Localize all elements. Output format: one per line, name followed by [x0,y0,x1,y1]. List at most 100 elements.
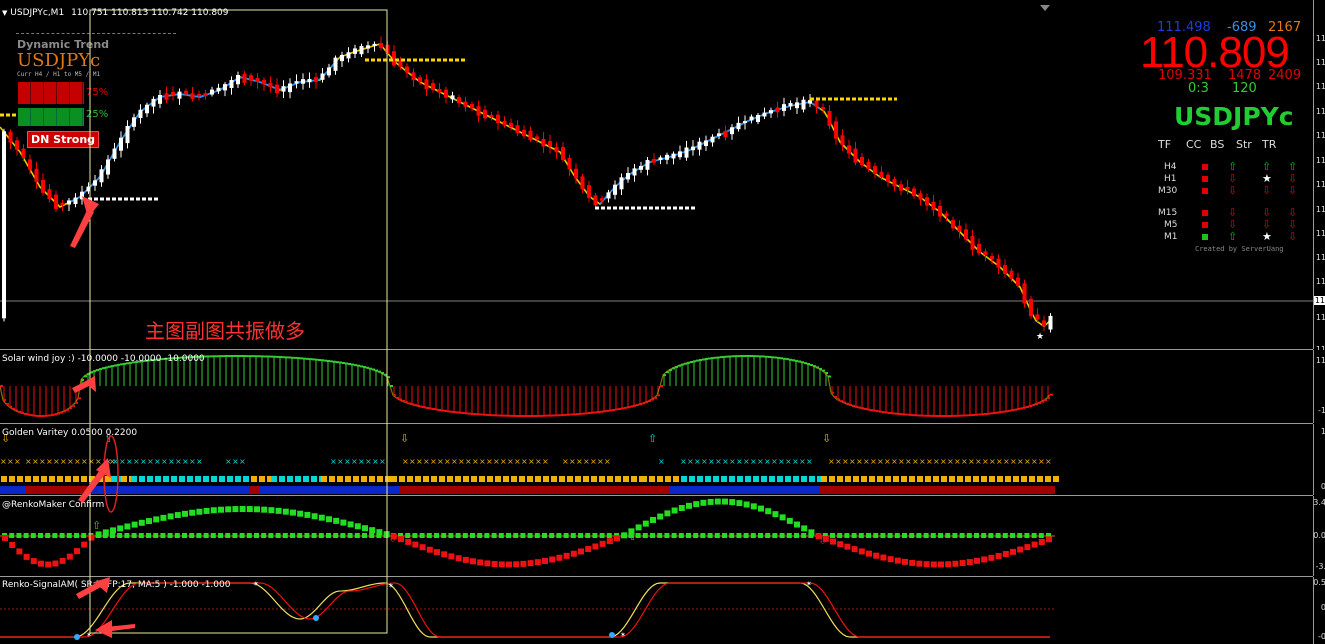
signal-line-yellow [0,582,1050,638]
price-axis-tick: 11 [1315,82,1325,91]
candle-body [996,258,1001,268]
signal-axis: 0.5 0 -0 [1313,577,1325,644]
candle-body [827,110,832,126]
main-chart-pane[interactable]: ★ ▼ USDJPYc,M1 110.751 110.813 110.742 1… [0,0,1313,350]
renko-zero-dot [959,533,965,538]
golden-dot [941,476,947,482]
candle-body [983,251,988,256]
renko-square [167,513,174,520]
solar-wind-pane[interactable]: Solar wind joy :) -10.0000 -10.0000 -10.… [0,350,1313,424]
golden-dot [615,476,621,482]
candle-body [678,151,682,158]
golden-x-marker: × [1003,457,1010,466]
golden-x-marker: × [32,457,39,466]
renko-confirm-pane[interactable]: ⇧ ⇧ ⇩ ⇩ @RenkoMaker Confirm [0,496,1313,577]
golden-dot [57,476,63,482]
golden-dot [957,476,963,482]
renko-zero-dot [772,533,778,538]
renko-square [455,555,462,562]
renko-square [736,500,743,507]
candle-body [762,112,767,117]
golden-dot [689,476,695,482]
golden-x-marker: × [842,457,849,466]
candle-body [619,177,624,190]
golden-dot [377,476,383,482]
candle-body [782,104,786,111]
golden-x-marker: × [60,457,67,466]
golden-x-marker: × [0,457,7,466]
renko-zero-dot [671,533,677,538]
renko-axis-tick: -3. [1315,562,1325,571]
renko-square [894,557,901,564]
golden-x-marker: × [88,457,95,466]
renko-square [333,517,340,524]
golden-dot [821,476,827,482]
renko-zero-dot [664,533,670,538]
signal-star-icon: ✶ [86,631,92,639]
renko-zero-dot [945,533,951,538]
renko-square [297,510,304,517]
main-price-axis[interactable]: 1111111111111111111111111111 [1313,0,1325,354]
renko-zero-dot [239,533,245,538]
renko-zero-dot [678,533,684,538]
annotation-text: 主图副图共振做多 [145,319,305,343]
renko-zero-dot [578,533,583,538]
candle-body [918,193,923,200]
renko-square [916,560,923,567]
renko-zero-dot [110,533,115,538]
golden-dot [981,476,987,482]
renko-zero-dot [290,533,295,538]
golden-x-marker: × [947,457,954,466]
candle-body [366,45,370,49]
renko-square [837,541,844,548]
credit-text: Created by ServerUang [1195,245,1284,253]
golden-dot [925,476,931,482]
renko-square [621,532,628,539]
golden-dot [785,476,791,482]
golden-dot [487,476,493,482]
renko-square [966,559,973,566]
renko-zero-dot [686,533,691,538]
golden-dot [705,476,711,482]
golden-x-marker: × [465,457,472,466]
bull-percent: 25% [86,109,109,120]
renko-zero-dot [434,533,439,538]
candle-body [424,79,429,90]
golden-dot [295,476,301,482]
renko-zero-dot [455,533,461,538]
renko-square [614,535,620,542]
renko-square [110,527,116,534]
golden-x-marker: × [792,457,799,466]
candle-body [795,102,799,109]
candle-body [925,197,929,206]
price-axis-tick: 11 [1315,107,1325,116]
renko-zero-dot [347,533,353,538]
golden-band [25,486,90,494]
renko-zero-dot [801,533,807,538]
golden-dot [187,476,193,482]
golden-dot [885,476,891,482]
candle-body [457,97,461,104]
renko-zero-dot [354,533,360,538]
golden-dot [345,476,351,482]
candle-body [905,186,910,190]
golden-x-marker: × [898,457,905,466]
renko-zero-dot [441,533,447,538]
candle-body [450,95,455,100]
golden-x-marker: × [576,457,583,466]
golden-x-marker: × [701,457,708,466]
golden-x-marker: × [358,457,365,466]
golden-x-marker: × [597,457,604,466]
renko-zero-dot [498,533,504,538]
candle-body [281,86,286,92]
candle-body [775,107,780,113]
candle-body [730,127,734,135]
golden-dot [575,476,581,482]
renko-zero-dot [700,533,706,538]
renko-zero-dot [45,533,51,538]
renko-square [189,509,196,516]
golden-varitey-pane[interactable]: × × × × × × × × × × × × × × × × × × × × × × × × × × × × × × × × × × × × × × × ×… [0,424,1313,496]
golden-dot [997,476,1003,482]
candle-body [353,48,357,54]
renko-signal-pane[interactable]: ✶ ✶ ✶ ✶ ✶ Renko-SignalAM( SR:5, FP:17, MA:5 … [0,577,1313,644]
